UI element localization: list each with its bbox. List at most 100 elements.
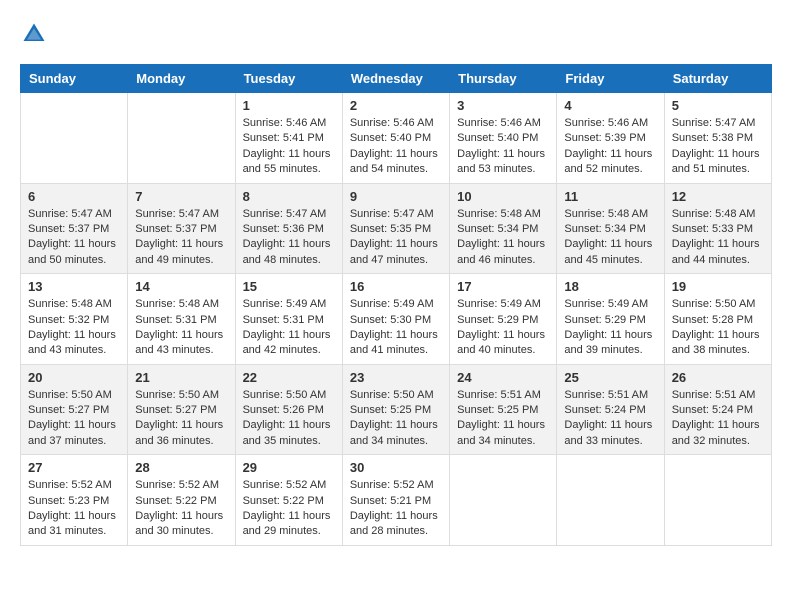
logo <box>20 20 52 48</box>
day-number: 19 <box>672 279 764 294</box>
calendar-cell: 26Sunrise: 5:51 AM Sunset: 5:24 PM Dayli… <box>664 364 771 455</box>
calendar-cell: 18 Sunrise: 5:49 AM Sunset: 5:29 PM Dayli… <box>557 274 664 365</box>
calendar-cell <box>21 93 128 184</box>
weekday-header-wednesday: Wednesday <box>342 65 449 93</box>
day-number: 3 <box>457 98 549 113</box>
cell-info: Sunrise: 5:48 AM Sunset: 5:34 PM Dayligh… <box>457 207 549 269</box>
day-number: 18 <box>564 279 656 294</box>
calendar-cell: 15 Sunrise: 5:49 AM Sunset: 5:31 PM Dayli… <box>235 274 342 365</box>
day-number: 28 <box>135 460 227 475</box>
cell-info: Sunrise: 5:46 AM Sunset: 5:40 PM Dayligh… <box>457 116 549 178</box>
calendar-cell: 21 Sunrise: 5:50 AM Sunset: 5:27 PM Dayli… <box>128 364 235 455</box>
day-number: 22 <box>243 370 335 385</box>
calendar-cell: 12 Sunrise: 5:48 AM Sunset: 5:33 PM Dayli… <box>664 183 771 274</box>
day-number: 27 <box>28 460 120 475</box>
calendar-week-3: 13 Sunrise: 5:48 AM Sunset: 5:32 PM Dayli… <box>21 274 772 365</box>
day-number: 4 <box>564 98 656 113</box>
calendar-week-5: 27 Sunrise: 5:52 AM Sunset: 5:23 PM Dayli… <box>21 455 772 546</box>
calendar-cell <box>664 455 771 546</box>
weekday-header-saturday: Saturday <box>664 65 771 93</box>
logo-icon <box>20 20 48 48</box>
calendar-cell: 6Sunrise: 5:47 AM Sunset: 5:37 PM Daylig… <box>21 183 128 274</box>
calendar-cell <box>450 455 557 546</box>
cell-info: Sunrise: 5:48 AM Sunset: 5:32 PM Dayligh… <box>28 297 120 359</box>
calendar-cell: 27 Sunrise: 5:52 AM Sunset: 5:23 PM Dayli… <box>21 455 128 546</box>
calendar-cell: 24 Sunrise: 5:51 AM Sunset: 5:25 PM Dayli… <box>450 364 557 455</box>
weekday-header-sunday: Sunday <box>21 65 128 93</box>
cell-info: Sunrise: 5:50 AM Sunset: 5:26 PM Dayligh… <box>243 388 335 450</box>
calendar-cell: 9Sunrise: 5:47 AM Sunset: 5:35 PM Daylig… <box>342 183 449 274</box>
day-number: 2 <box>350 98 442 113</box>
calendar-cell: 4Sunrise: 5:46 AM Sunset: 5:39 PM Daylig… <box>557 93 664 184</box>
calendar-cell: 7 Sunrise: 5:47 AM Sunset: 5:37 PM Daylig… <box>128 183 235 274</box>
calendar-week-1: 1Sunrise: 5:46 AM Sunset: 5:41 PM Daylig… <box>21 93 772 184</box>
calendar-cell: 1Sunrise: 5:46 AM Sunset: 5:41 PM Daylig… <box>235 93 342 184</box>
day-number: 12 <box>672 189 764 204</box>
day-number: 21 <box>135 370 227 385</box>
day-number: 20 <box>28 370 120 385</box>
calendar-cell: 8Sunrise: 5:47 AM Sunset: 5:36 PM Daylig… <box>235 183 342 274</box>
day-number: 7 <box>135 189 227 204</box>
calendar-cell <box>557 455 664 546</box>
cell-info: Sunrise: 5:51 AM Sunset: 5:24 PM Dayligh… <box>672 388 764 450</box>
day-number: 25 <box>564 370 656 385</box>
cell-info: Sunrise: 5:47 AM Sunset: 5:37 PM Dayligh… <box>135 207 227 269</box>
cell-info: Sunrise: 5:49 AM Sunset: 5:31 PM Dayligh… <box>243 297 335 359</box>
calendar-cell: 29Sunrise: 5:52 AM Sunset: 5:22 PM Dayli… <box>235 455 342 546</box>
cell-info: Sunrise: 5:50 AM Sunset: 5:25 PM Dayligh… <box>350 388 442 450</box>
calendar-cell: 2 Sunrise: 5:46 AM Sunset: 5:40 PM Daylig… <box>342 93 449 184</box>
cell-info: Sunrise: 5:52 AM Sunset: 5:21 PM Dayligh… <box>350 478 442 540</box>
calendar-cell: 30 Sunrise: 5:52 AM Sunset: 5:21 PM Dayli… <box>342 455 449 546</box>
weekday-header-monday: Monday <box>128 65 235 93</box>
calendar-cell: 25 Sunrise: 5:51 AM Sunset: 5:24 PM Dayli… <box>557 364 664 455</box>
cell-info: Sunrise: 5:47 AM Sunset: 5:36 PM Dayligh… <box>243 207 335 269</box>
calendar-cell: 11 Sunrise: 5:48 AM Sunset: 5:34 PM Dayli… <box>557 183 664 274</box>
cell-info: Sunrise: 5:46 AM Sunset: 5:40 PM Dayligh… <box>350 116 442 178</box>
calendar-table: SundayMondayTuesdayWednesdayThursdayFrid… <box>20 64 772 546</box>
calendar-cell: 10 Sunrise: 5:48 AM Sunset: 5:34 PM Dayli… <box>450 183 557 274</box>
day-number: 5 <box>672 98 764 113</box>
cell-info: Sunrise: 5:52 AM Sunset: 5:22 PM Dayligh… <box>135 478 227 540</box>
cell-info: Sunrise: 5:50 AM Sunset: 5:27 PM Dayligh… <box>135 388 227 450</box>
calendar-cell: 20 Sunrise: 5:50 AM Sunset: 5:27 PM Dayli… <box>21 364 128 455</box>
cell-info: Sunrise: 5:48 AM Sunset: 5:31 PM Dayligh… <box>135 297 227 359</box>
cell-info: Sunrise: 5:47 AM Sunset: 5:37 PM Dayligh… <box>28 207 120 269</box>
day-number: 23 <box>350 370 442 385</box>
day-number: 17 <box>457 279 549 294</box>
calendar-cell: 28 Sunrise: 5:52 AM Sunset: 5:22 PM Dayli… <box>128 455 235 546</box>
cell-info: Sunrise: 5:48 AM Sunset: 5:34 PM Dayligh… <box>564 207 656 269</box>
cell-info: Sunrise: 5:52 AM Sunset: 5:23 PM Dayligh… <box>28 478 120 540</box>
weekday-header-row: SundayMondayTuesdayWednesdayThursdayFrid… <box>21 65 772 93</box>
cell-info: Sunrise: 5:47 AM Sunset: 5:38 PM Dayligh… <box>672 116 764 178</box>
cell-info: Sunrise: 5:49 AM Sunset: 5:30 PM Dayligh… <box>350 297 442 359</box>
day-number: 29 <box>243 460 335 475</box>
weekday-header-thursday: Thursday <box>450 65 557 93</box>
weekday-header-tuesday: Tuesday <box>235 65 342 93</box>
cell-info: Sunrise: 5:50 AM Sunset: 5:28 PM Dayligh… <box>672 297 764 359</box>
calendar-cell: 23 Sunrise: 5:50 AM Sunset: 5:25 PM Dayli… <box>342 364 449 455</box>
day-number: 24 <box>457 370 549 385</box>
cell-info: Sunrise: 5:46 AM Sunset: 5:41 PM Dayligh… <box>243 116 335 178</box>
calendar-cell: 19 Sunrise: 5:50 AM Sunset: 5:28 PM Dayli… <box>664 274 771 365</box>
day-number: 15 <box>243 279 335 294</box>
calendar-cell: 3 Sunrise: 5:46 AM Sunset: 5:40 PM Daylig… <box>450 93 557 184</box>
calendar-cell: 16 Sunrise: 5:49 AM Sunset: 5:30 PM Dayli… <box>342 274 449 365</box>
calendar-cell: 5 Sunrise: 5:47 AM Sunset: 5:38 PM Daylig… <box>664 93 771 184</box>
cell-info: Sunrise: 5:51 AM Sunset: 5:25 PM Dayligh… <box>457 388 549 450</box>
cell-info: Sunrise: 5:50 AM Sunset: 5:27 PM Dayligh… <box>28 388 120 450</box>
cell-info: Sunrise: 5:51 AM Sunset: 5:24 PM Dayligh… <box>564 388 656 450</box>
day-number: 10 <box>457 189 549 204</box>
day-number: 16 <box>350 279 442 294</box>
page-header <box>20 20 772 48</box>
cell-info: Sunrise: 5:49 AM Sunset: 5:29 PM Dayligh… <box>457 297 549 359</box>
cell-info: Sunrise: 5:49 AM Sunset: 5:29 PM Dayligh… <box>564 297 656 359</box>
cell-info: Sunrise: 5:47 AM Sunset: 5:35 PM Dayligh… <box>350 207 442 269</box>
calendar-cell: 13 Sunrise: 5:48 AM Sunset: 5:32 PM Dayli… <box>21 274 128 365</box>
cell-info: Sunrise: 5:48 AM Sunset: 5:33 PM Dayligh… <box>672 207 764 269</box>
calendar-cell: 17 Sunrise: 5:49 AM Sunset: 5:29 PM Dayli… <box>450 274 557 365</box>
day-number: 11 <box>564 189 656 204</box>
day-number: 14 <box>135 279 227 294</box>
calendar-week-2: 6Sunrise: 5:47 AM Sunset: 5:37 PM Daylig… <box>21 183 772 274</box>
day-number: 30 <box>350 460 442 475</box>
day-number: 13 <box>28 279 120 294</box>
